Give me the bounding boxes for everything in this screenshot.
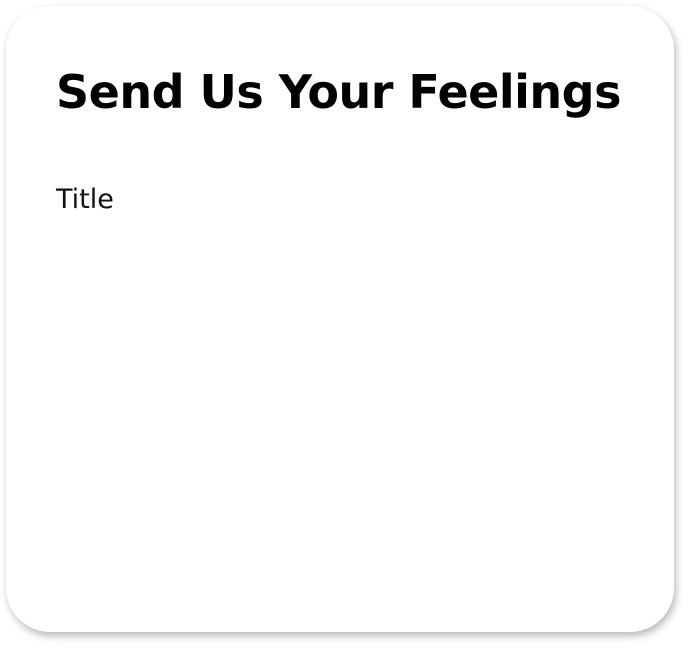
- title-field-label: Title: [56, 184, 114, 215]
- page-title: Send Us Your Feelings: [56, 65, 621, 119]
- feedback-card: Send Us Your Feelings Title: [6, 6, 674, 632]
